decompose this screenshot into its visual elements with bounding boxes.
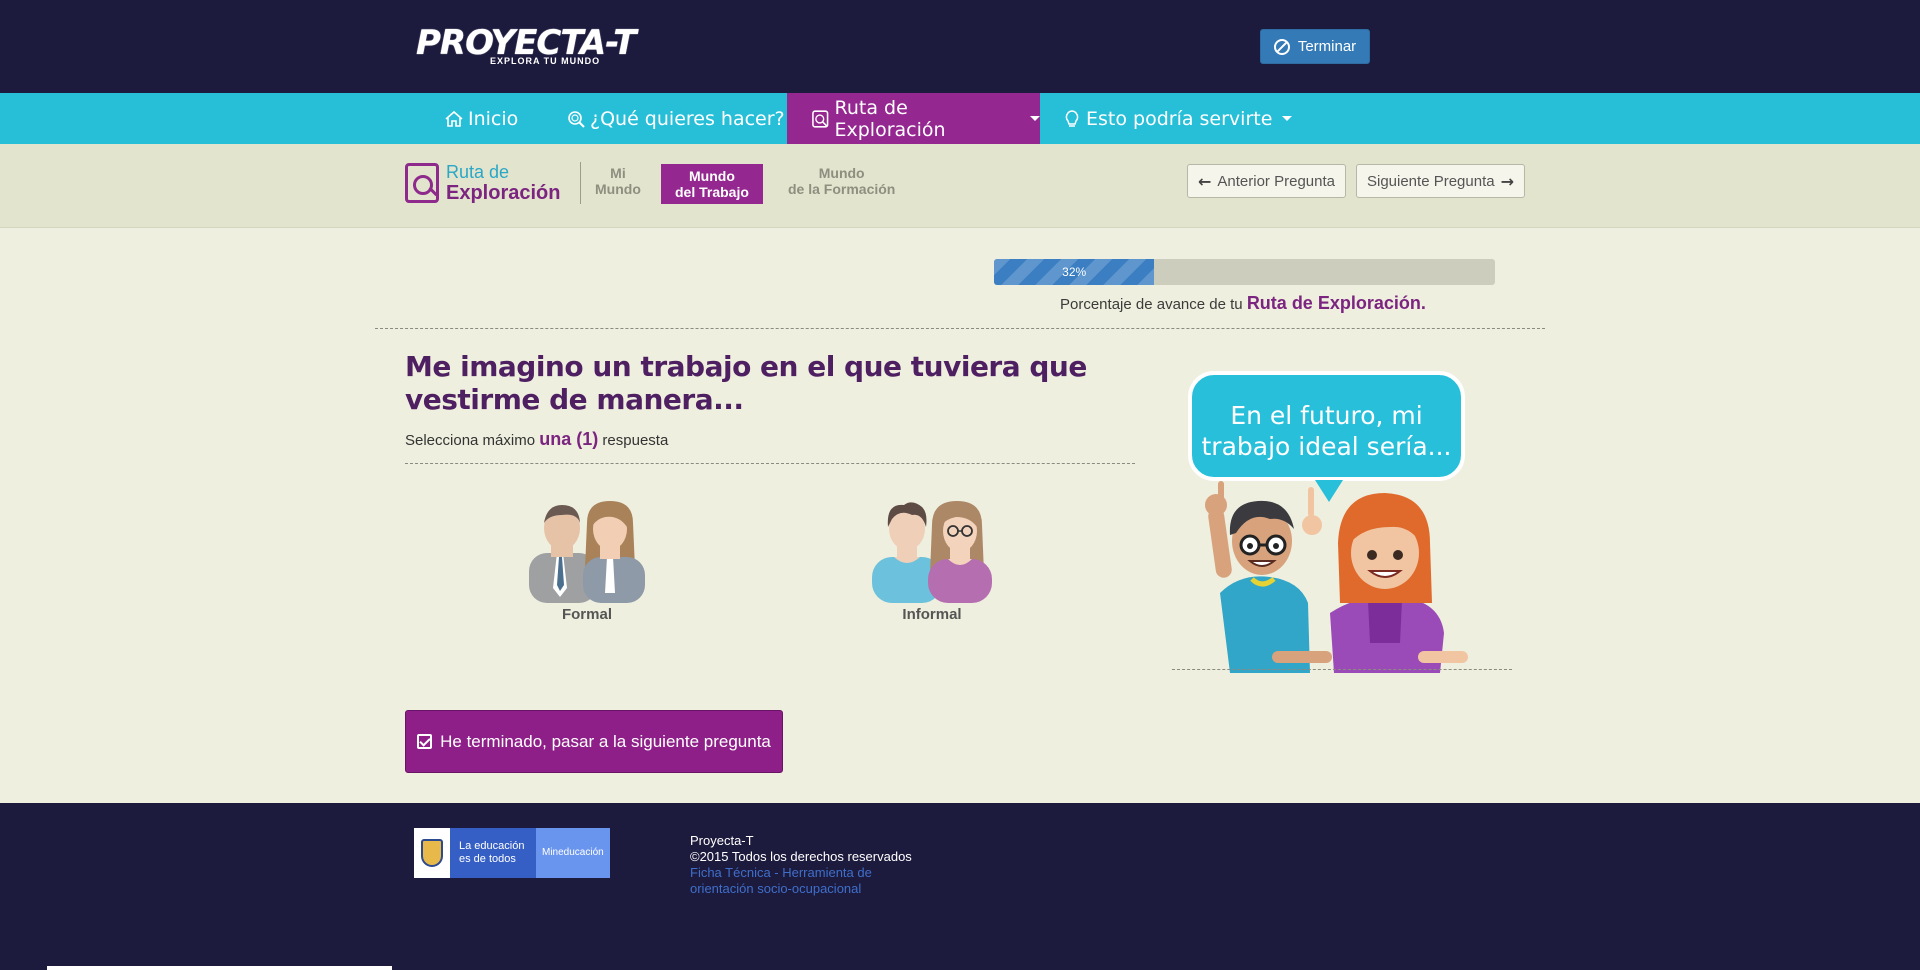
colombia-shield-icon [414, 828, 450, 878]
chevron-down-icon [1030, 116, 1040, 121]
tab-line2: del Trabajo [675, 184, 749, 200]
tab-line1: Mundo [818, 165, 865, 181]
check-square-icon [417, 734, 433, 749]
progress-caption-highlight: Ruta de Exploración. [1246, 293, 1426, 313]
instruction-highlight: una (1) [539, 429, 599, 449]
arrow-right-icon: → [1500, 171, 1514, 191]
informal-people-icon [832, 493, 1032, 603]
option-label-formal: Formal [561, 606, 612, 623]
badge-text: La educación es de todos [450, 828, 536, 878]
progress-fill: 32% [994, 259, 1155, 285]
tab-line2: Mundo [595, 181, 641, 197]
he-terminado-label: He terminado, pasar a la siguiente pregu… [440, 731, 771, 751]
instruction-prefix: Selecciona máximo [405, 432, 536, 449]
siguiente-pregunta-label: Siguiente Pregunta [1366, 172, 1495, 190]
badge-ministry: Mineducación [536, 828, 610, 878]
chevron-down-icon [1282, 116, 1293, 121]
nav-label-ruta-de-exploracion: Ruta de Exploración [834, 96, 946, 141]
terminar-label: Terminar [1297, 38, 1357, 55]
instruction-suffix: respuesta [602, 432, 669, 449]
tab-line1: Mundo [689, 168, 735, 184]
tab-mundo-del-trabajo[interactable]: Mundo del Trabajo [661, 164, 763, 204]
divider [1172, 669, 1512, 670]
route-icon [812, 109, 829, 128]
progress-caption: Porcentaje de avance de tu Ruta de Explo… [1060, 293, 1426, 314]
arrow-left-icon: ← [1198, 171, 1212, 191]
mineducacion-badge[interactable]: La educación es de todos Mineducación [414, 828, 610, 878]
lightbulb-icon [1065, 109, 1079, 127]
progress-caption-prefix: Porcentaje de avance de tu [1060, 296, 1243, 313]
progress-bar: 32% [994, 259, 1495, 285]
question-instruction: Selecciona máximo una (1) respuesta [405, 429, 668, 450]
ruta-title: Ruta de Exploración [446, 162, 560, 204]
ban-icon [1273, 38, 1290, 55]
he-terminado-button[interactable]: He terminado, pasar a la siguiente pregu… [405, 710, 783, 773]
ficha-tecnica-line1: Ficha Técnica - Herramienta de [690, 865, 872, 880]
nav-label-que-quieres-hacer: ¿Qué quieres hacer? [590, 107, 785, 130]
top-header: PROYECTA-T EXPLORA TU MUNDO Terminar [0, 0, 1920, 93]
nav-label-inicio: Inicio [468, 107, 519, 130]
kids-illustration [1205, 481, 1468, 673]
nav-label-esto-podria-servirte: Esto podría servirte [1086, 107, 1273, 130]
proyecta-t-logo[interactable]: PROYECTA-T EXPLORA TU MUNDO [416, 26, 642, 66]
ficha-tecnica-line2: orientación socio-ocupacional [690, 881, 862, 896]
footer-site-name: Proyecta-T [690, 833, 754, 848]
footer: La educación es de todos Mineducación Pr… [0, 803, 1920, 970]
anterior-pregunta-label: Anterior Pregunta [1217, 172, 1335, 190]
horizontal-scrollbar[interactable] [47, 966, 392, 970]
nav-item-inicio[interactable]: Inicio [444, 93, 518, 144]
option-label-informal: Informal [902, 606, 962, 623]
speech-bubble: En el futuro, mi trabajo ideal sería... [1188, 371, 1465, 481]
anterior-pregunta-button[interactable]: ← Anterior Pregunta [1187, 164, 1346, 198]
tab-line2: de la Formación [788, 181, 896, 197]
divider [580, 162, 581, 204]
main-content: 32% Porcentaje de avance de tu Ruta de E… [0, 228, 1920, 803]
nav-item-esto-podria-servirte[interactable]: Esto podría servirte [1062, 93, 1293, 144]
search-icon [568, 110, 585, 128]
ruta-title-line2: Exploración [446, 182, 561, 204]
tab-mi-mundo[interactable]: Mi Mundo [595, 165, 641, 197]
tab-line1: Mi [610, 165, 626, 181]
badge-line2: es de todos [459, 853, 516, 865]
ruta-exploracion-icon [405, 163, 439, 203]
logo-tagline: EXPLORA TU MUNDO [490, 56, 601, 66]
tab-mundo-de-la-formacion[interactable]: Mundo de la Formación [788, 165, 895, 197]
nav-item-ruta-de-exploracion[interactable]: Ruta de Exploración [787, 93, 1040, 144]
terminar-button[interactable]: Terminar [1260, 29, 1370, 64]
option-formal[interactable]: Formal [487, 493, 687, 623]
home-icon [445, 110, 463, 127]
footer-text: Proyecta-T ©2015 Todos los derechos rese… [690, 833, 912, 897]
siguiente-pregunta-button[interactable]: Siguiente Pregunta → [1356, 164, 1525, 198]
ruta-subheader: Ruta de Exploración Mi Mundo Mundo del T… [0, 144, 1920, 228]
logo-text: PROYECTA-T [416, 23, 637, 63]
divider [405, 463, 1135, 464]
formal-people-icon [487, 493, 687, 603]
divider [375, 328, 1545, 329]
footer-copyright: ©2015 Todos los derechos reservados [690, 849, 912, 864]
ruta-title-line1: Ruta de [446, 162, 510, 182]
badge-line1: La educación [459, 840, 525, 852]
nav-item-que-quieres-hacer[interactable]: ¿Qué quieres hacer? [566, 93, 785, 144]
ficha-tecnica-link[interactable]: Ficha Técnica - Herramienta de orientaci… [690, 865, 912, 897]
option-informal[interactable]: Informal [832, 493, 1032, 623]
question-title: Me imagino un trabajo en el que tuviera … [405, 350, 1087, 416]
main-nav: Inicio ¿Qué quieres hacer? Ruta de Explo… [0, 93, 1920, 144]
